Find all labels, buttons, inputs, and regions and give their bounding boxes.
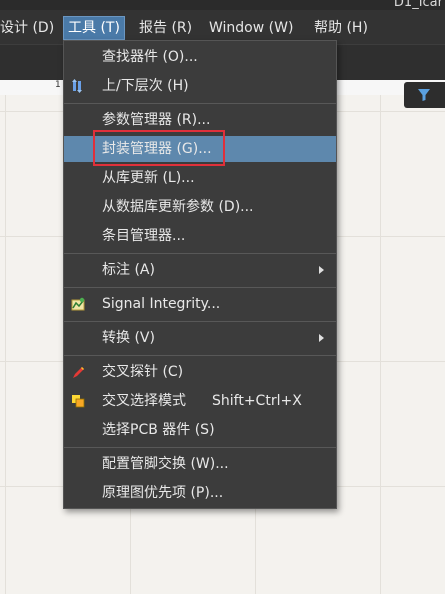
- menu-separator: [64, 253, 336, 254]
- menu-item-label: 从库更新 (L)...: [102, 170, 195, 186]
- menu-item-label: 原理图优先项 (P)...: [102, 485, 224, 501]
- ruler-mark: 1: [55, 80, 61, 90]
- menu-item-label: Signal Integrity...: [102, 296, 221, 312]
- menu-item-label: 交叉探针 (C): [102, 364, 184, 380]
- title-bar: D1_Icar: [0, 0, 445, 10]
- menu-separator: [64, 355, 336, 356]
- menu-separator: [64, 287, 336, 288]
- menu-item-label: 交叉选择模式: [102, 393, 186, 409]
- menu-item-label: 查找器件 (O)...: [102, 49, 198, 65]
- menu-help[interactable]: 帮助 (H): [314, 17, 368, 39]
- cross-select-icon: [72, 395, 85, 408]
- menu-separator: [64, 447, 336, 448]
- menu-item-item-manager[interactable]: 条目管理器...: [64, 223, 336, 249]
- menu-item-shortcut: Shift+Ctrl+X: [212, 393, 302, 409]
- tools-dropdown-menu: 查找器件 (O)... 上/下层次 (H) 参数管理器 (R)... 封装管理器…: [63, 40, 337, 509]
- menu-item-label: 选择PCB 器件 (S): [102, 422, 215, 438]
- menu-reports[interactable]: 报告 (R): [139, 17, 192, 39]
- menu-item-find-component[interactable]: 查找器件 (O)...: [64, 44, 336, 70]
- cross-probe-icon: [73, 367, 84, 378]
- menu-item-signal-integrity[interactable]: Signal Integrity...: [64, 291, 336, 317]
- hierarchy-icon: [72, 79, 82, 93]
- menu-item-configure-pin-swapping[interactable]: 配置管脚交换 (W)...: [64, 451, 336, 477]
- menu-separator: [64, 103, 336, 104]
- filter-button[interactable]: [404, 82, 445, 108]
- annotation-highlight-box: [93, 130, 225, 166]
- menu-separator: [64, 321, 336, 322]
- menu-tools[interactable]: 工具 (T): [63, 16, 125, 40]
- submenu-arrow-icon: [319, 334, 324, 342]
- menu-window[interactable]: Window (W): [209, 17, 293, 39]
- menu-item-label: 上/下层次 (H): [102, 78, 189, 94]
- menu-item-label: 从数据库更新参数 (D)...: [102, 199, 254, 215]
- menu-item-up-down-hierarchy[interactable]: 上/下层次 (H): [64, 73, 336, 99]
- menu-bar: 设计 (D) 工具 (T) 报告 (R) Window (W) 帮助 (H): [0, 10, 445, 44]
- signal-integrity-icon: [71, 297, 85, 311]
- menu-item-select-pcb-components[interactable]: 选择PCB 器件 (S): [64, 417, 336, 443]
- submenu-arrow-icon: [319, 266, 324, 274]
- menu-item-schematic-preferences[interactable]: 原理图优先项 (P)...: [64, 480, 336, 506]
- menu-item-cross-select-mode[interactable]: 交叉选择模式 Shift+Ctrl+X: [64, 388, 336, 414]
- menu-item-annotation[interactable]: 标注 (A): [64, 257, 336, 283]
- menu-item-label: 条目管理器...: [102, 228, 186, 244]
- menu-item-label: 标注 (A): [102, 262, 155, 278]
- menu-item-label: 转换 (V): [102, 330, 155, 346]
- window-title: D1_Icar: [393, 0, 443, 10]
- menu-item-cross-probe[interactable]: 交叉探针 (C): [64, 359, 336, 385]
- menu-design[interactable]: 设计 (D): [0, 17, 54, 39]
- filter-icon: [418, 89, 430, 101]
- menu-item-update-from-library[interactable]: 从库更新 (L)...: [64, 165, 336, 191]
- menu-item-convert[interactable]: 转换 (V): [64, 325, 336, 351]
- menu-item-label: 配置管脚交换 (W)...: [102, 456, 229, 472]
- menu-item-update-params-from-database[interactable]: 从数据库更新参数 (D)...: [64, 194, 336, 220]
